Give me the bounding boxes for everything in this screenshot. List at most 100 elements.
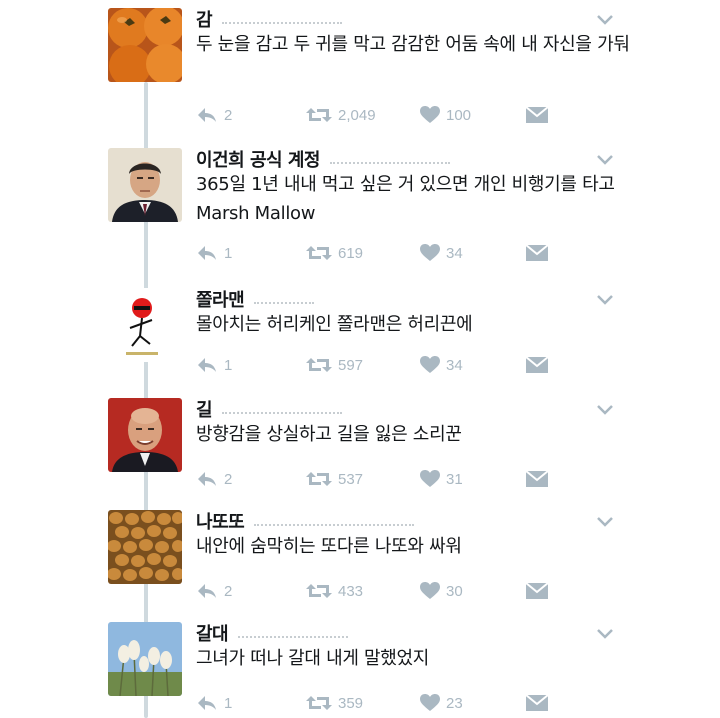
heart-icon — [420, 106, 440, 123]
tweet-text: 그녀가 떠나 갈대 내게 말했었지 — [196, 648, 430, 669]
blurred-handle — [238, 632, 349, 638]
retweet-count: 433 — [338, 582, 364, 600]
reply-button[interactable]: 1 — [196, 242, 232, 264]
chevron-down-icon[interactable] — [596, 294, 614, 306]
retweet-count: 537 — [338, 470, 364, 488]
tweet-actions: 1 359 23 — [196, 692, 596, 714]
reeds-photo — [108, 622, 182, 696]
chevron-down-icon[interactable] — [596, 404, 614, 416]
envelope-icon — [526, 107, 548, 123]
heart-icon — [420, 470, 440, 487]
reply-count: 2 — [224, 106, 233, 124]
envelope-icon — [526, 357, 548, 373]
retweet-button[interactable]: 619 — [306, 242, 363, 264]
chevron-down-icon[interactable] — [596, 628, 614, 640]
retweet-button[interactable]: 537 — [306, 468, 363, 490]
reply-icon — [198, 584, 216, 598]
businessman-photo — [108, 148, 182, 222]
author-name[interactable]: 나또또 — [196, 508, 415, 534]
reply-icon — [198, 108, 216, 122]
direct-message-button[interactable] — [526, 580, 548, 602]
envelope-icon — [526, 245, 548, 261]
reply-count: 1 — [224, 356, 233, 374]
retweet-count: 2,049 — [338, 106, 376, 124]
chevron-down-icon[interactable] — [596, 154, 614, 166]
tweet-text: 몰아치는 허리케인 쫄라맨은 허리끈에 — [196, 314, 473, 335]
direct-message-button[interactable] — [526, 354, 548, 376]
retweet-icon — [306, 108, 332, 122]
reply-icon — [198, 696, 216, 710]
like-button[interactable]: 34 — [420, 242, 463, 264]
retweet-count: 597 — [338, 356, 364, 374]
retweet-button[interactable]: 2,049 — [306, 104, 376, 126]
like-button[interactable]: 23 — [420, 692, 463, 714]
retweet-button[interactable]: 359 — [306, 692, 363, 714]
heart-icon — [420, 356, 440, 373]
like-count: 34 — [446, 244, 463, 262]
reply-count: 2 — [224, 582, 233, 600]
tweet-text: 365일 1년 내내 먹고 싶은 거 있으면 개인 비행기를 타고 Marsh … — [196, 174, 615, 224]
like-count: 30 — [446, 582, 463, 600]
avatar[interactable] — [108, 8, 182, 82]
retweet-button[interactable]: 597 — [306, 354, 363, 376]
avatar[interactable] — [108, 510, 182, 584]
retweet-count: 359 — [338, 694, 364, 712]
bald-man-photo — [108, 398, 182, 472]
author-name[interactable]: 갈대 — [196, 620, 349, 646]
stick-figure-image — [108, 288, 182, 362]
like-count: 31 — [446, 470, 463, 488]
like-count: 23 — [446, 694, 463, 712]
direct-message-button[interactable] — [526, 242, 548, 264]
author-name[interactable]: 감 — [196, 6, 343, 32]
retweet-count: 619 — [338, 244, 364, 262]
author-name[interactable]: 쫄라맨 — [196, 286, 315, 312]
reply-button[interactable]: 2 — [196, 468, 232, 490]
retweet-icon — [306, 696, 332, 710]
envelope-icon — [526, 583, 548, 599]
tweet-text: 방향감을 상실하고 길을 잃은 소리꾼 — [196, 424, 462, 445]
avatar[interactable] — [108, 288, 182, 362]
retweet-icon — [306, 472, 332, 486]
reply-button[interactable]: 1 — [196, 354, 232, 376]
author-name[interactable]: 길 — [196, 396, 343, 422]
heart-icon — [420, 244, 440, 261]
avatar[interactable] — [108, 622, 182, 696]
persimmons-image — [108, 8, 182, 82]
heart-icon — [420, 694, 440, 711]
direct-message-button[interactable] — [526, 468, 548, 490]
natto-beans-image — [108, 510, 182, 584]
reply-button[interactable]: 1 — [196, 692, 232, 714]
envelope-icon — [526, 471, 548, 487]
like-count: 100 — [446, 106, 472, 124]
reply-icon — [198, 358, 216, 372]
tweet-actions: 2 537 31 — [196, 468, 596, 490]
author-name[interactable]: 이건희 공식 계정 — [196, 146, 450, 172]
like-button[interactable]: 30 — [420, 580, 463, 602]
reply-button[interactable]: 2 — [196, 580, 232, 602]
heart-icon — [420, 582, 440, 599]
avatar[interactable] — [108, 148, 182, 222]
like-count: 34 — [446, 356, 463, 374]
blurred-handle — [222, 408, 343, 414]
like-button[interactable]: 34 — [420, 354, 463, 376]
reply-count: 1 — [224, 694, 233, 712]
blurred-handle — [254, 520, 415, 526]
reply-icon — [198, 246, 216, 260]
retweet-icon — [306, 584, 332, 598]
retweet-icon — [306, 358, 332, 372]
avatar[interactable] — [108, 398, 182, 472]
tweet-actions: 2 2,049 100 — [196, 104, 596, 126]
direct-message-button[interactable] — [526, 104, 548, 126]
reply-button[interactable]: 2 — [196, 104, 232, 126]
direct-message-button[interactable] — [526, 692, 548, 714]
chevron-down-icon[interactable] — [596, 516, 614, 528]
chevron-down-icon[interactable] — [596, 14, 614, 26]
like-button[interactable]: 100 — [420, 104, 471, 126]
blurred-handle — [222, 18, 343, 24]
tweet-actions: 1 619 34 — [196, 242, 596, 264]
retweet-button[interactable]: 433 — [306, 580, 363, 602]
tweet-actions: 2 433 30 — [196, 580, 596, 602]
retweet-icon — [306, 246, 332, 260]
like-button[interactable]: 31 — [420, 468, 463, 490]
blurred-handle — [254, 298, 315, 304]
